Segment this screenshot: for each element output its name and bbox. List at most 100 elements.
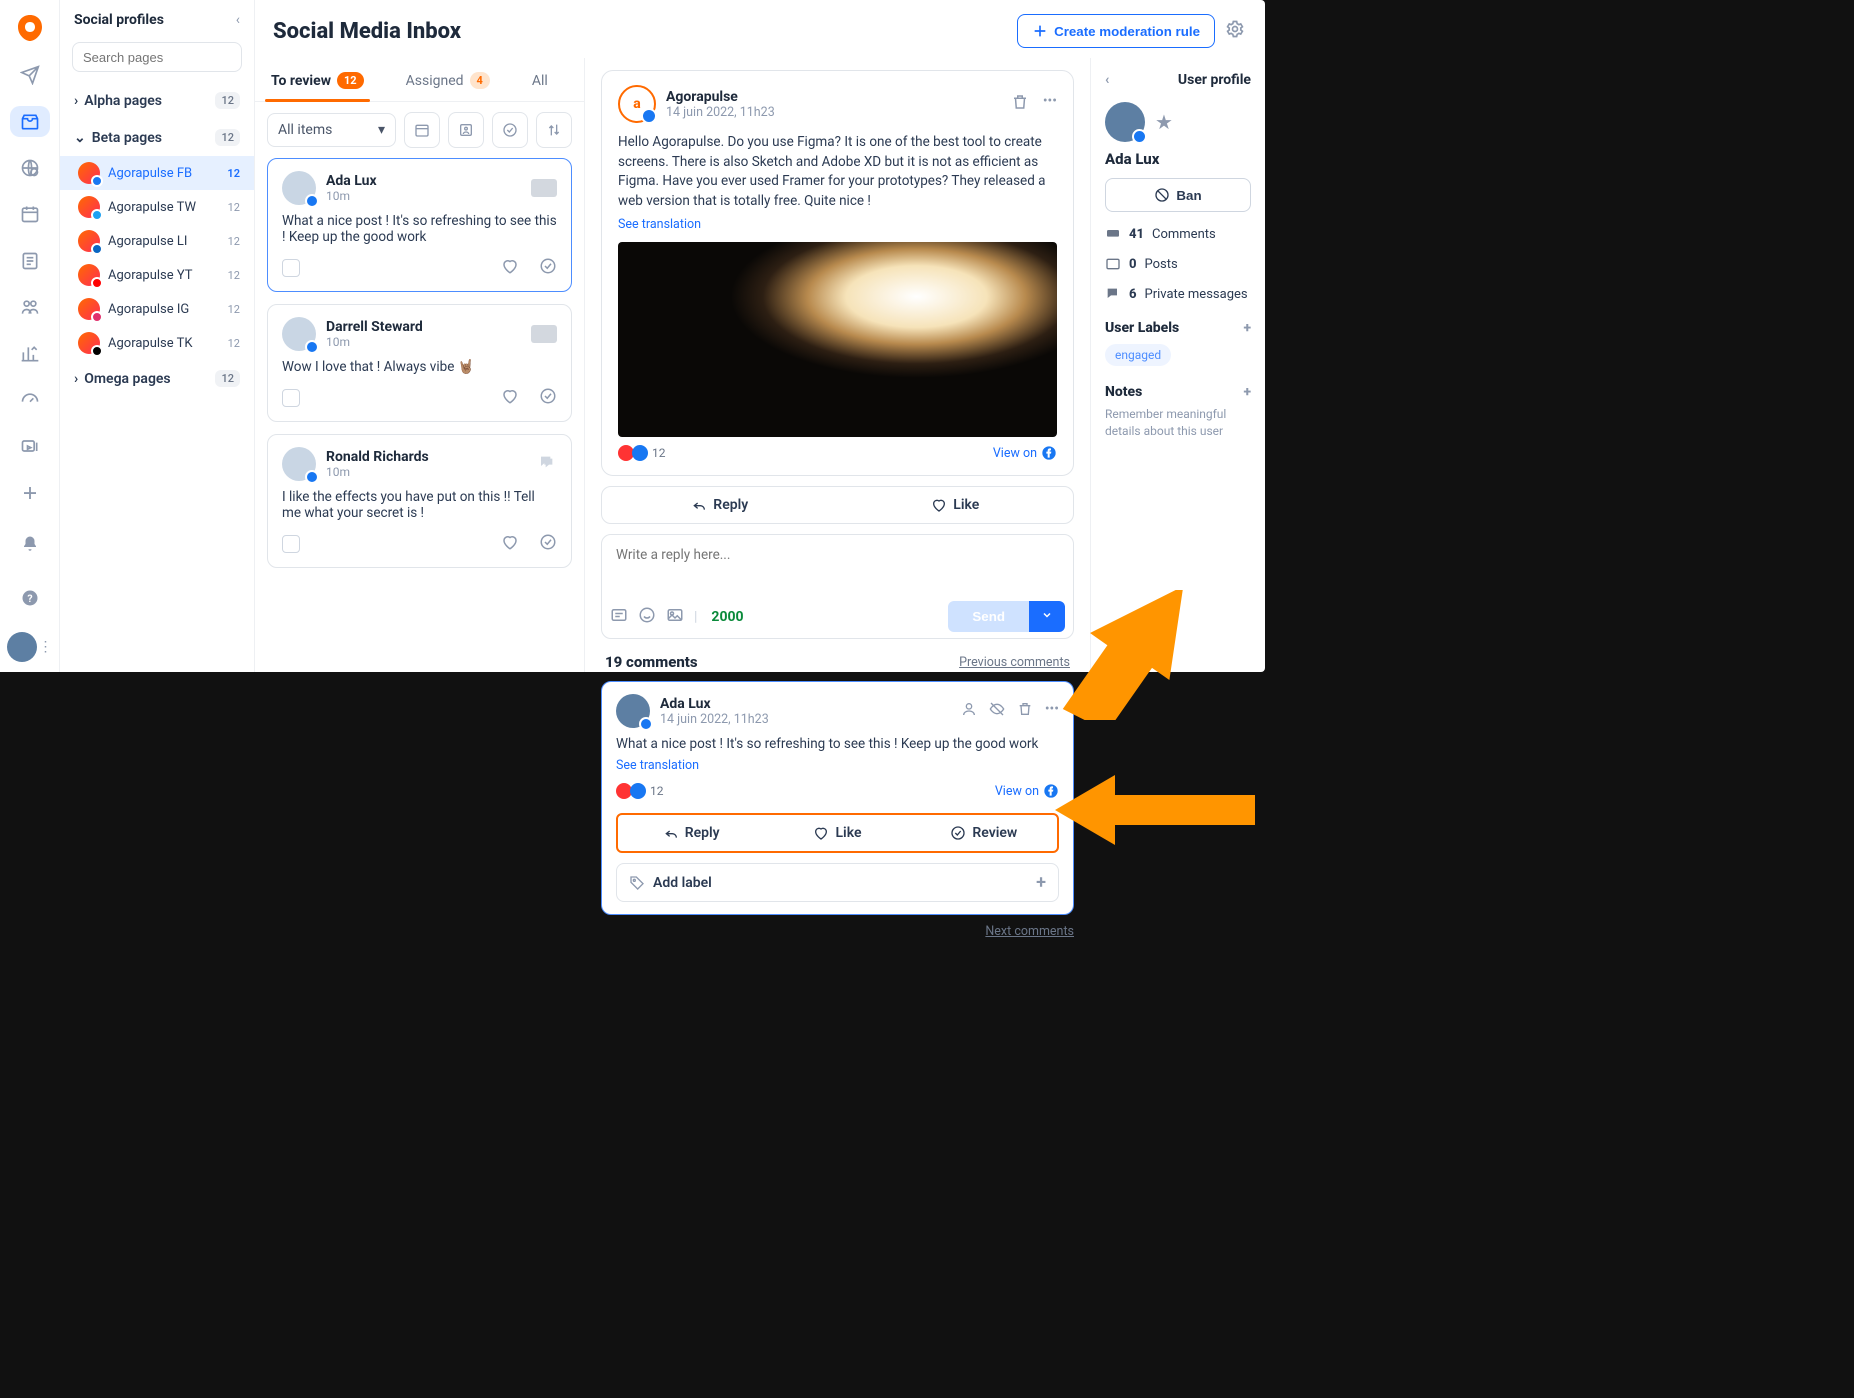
tab-to-review[interactable]: To review12	[265, 62, 370, 101]
sidebar-group[interactable]: ⌄Beta pages12	[60, 119, 254, 156]
nav-dashboard-icon[interactable]	[10, 385, 50, 415]
next-comments-link[interactable]: Next comments	[985, 924, 1074, 939]
saved-reply-icon[interactable]	[610, 606, 628, 628]
label-chip[interactable]: engaged	[1105, 344, 1171, 366]
heart-icon[interactable]	[501, 387, 519, 409]
assign-filter-icon[interactable]	[448, 112, 484, 148]
more-icon[interactable]: •••	[1043, 93, 1057, 115]
plus-icon	[1032, 23, 1048, 39]
sort-icon[interactable]	[536, 112, 572, 148]
review-icon[interactable]	[539, 257, 557, 279]
profile-name: Ada Lux	[1105, 150, 1251, 168]
more-icon[interactable]: •••	[1045, 701, 1059, 721]
sidebar-page[interactable]: Agorapulse LI12	[60, 224, 254, 258]
previous-comments-link[interactable]: Previous comments	[959, 655, 1070, 670]
hide-icon[interactable]	[989, 701, 1005, 721]
delete-icon[interactable]	[1017, 701, 1033, 721]
annotation-arrow	[1055, 760, 1255, 860]
view-on-link[interactable]: View on	[993, 445, 1057, 461]
settings-icon[interactable]	[1225, 19, 1245, 43]
emoji-icon[interactable]	[638, 606, 656, 628]
review-filter-icon[interactable]	[492, 112, 528, 148]
page-count: 12	[228, 269, 240, 282]
item-time: 10m	[326, 465, 429, 479]
nav-add-icon[interactable]	[10, 478, 50, 508]
react-count: 12	[650, 784, 664, 798]
review-button[interactable]: Review	[911, 815, 1057, 851]
create-rule-button[interactable]: Create moderation rule	[1017, 14, 1215, 48]
see-translation-link[interactable]: See translation	[618, 217, 701, 232]
comment-text: What a nice post ! It's so refreshing to…	[616, 736, 1059, 752]
attach-image-icon[interactable]	[666, 606, 684, 628]
like-button[interactable]: Like	[764, 815, 910, 851]
sidebar-page[interactable]: Agorapulse YT12	[60, 258, 254, 292]
date-filter-icon[interactable]	[404, 112, 440, 148]
ban-button[interactable]: Ban	[1105, 178, 1251, 212]
add-label-button[interactable]: Add label +	[616, 863, 1059, 902]
review-icon[interactable]	[539, 533, 557, 555]
comments-count: 19 comments	[605, 653, 698, 671]
notes-hint: Remember meaningful details about this u…	[1105, 406, 1251, 440]
nav-reports-icon[interactable]	[10, 338, 50, 368]
star-icon[interactable]: ★	[1155, 110, 1173, 134]
nav-user-avatar[interactable]	[7, 632, 37, 662]
search-field[interactable]	[83, 50, 259, 65]
see-translation-link[interactable]: See translation	[616, 758, 699, 773]
back-icon[interactable]: ‹	[1105, 72, 1109, 88]
page-label: Agorapulse LI	[108, 234, 187, 249]
nav-publish-icon[interactable]	[10, 60, 50, 90]
add-label-icon[interactable]: +	[1243, 320, 1251, 336]
send-options-button[interactable]	[1029, 601, 1065, 632]
item-checkbox[interactable]	[282, 389, 300, 407]
sidebar-page[interactable]: Agorapulse TW12	[60, 190, 254, 224]
page-label: Agorapulse FB	[108, 166, 192, 181]
sidebar-collapse-icon[interactable]: ‹	[236, 12, 240, 28]
nav-calendar-icon[interactable]	[10, 199, 50, 229]
item-checkbox[interactable]	[282, 259, 300, 277]
send-button[interactable]: Send	[948, 601, 1029, 632]
post-author-avatar: a	[618, 85, 656, 123]
nav-help-icon[interactable]: ?	[10, 578, 50, 618]
sidebar-page[interactable]: Agorapulse TK12	[60, 326, 254, 360]
nav-inbox-icon[interactable]	[10, 106, 50, 136]
profile-avatar	[1105, 102, 1145, 142]
page-avatar	[78, 230, 100, 252]
tab-all[interactable]: All	[526, 62, 554, 101]
item-checkbox[interactable]	[282, 535, 300, 553]
heart-icon[interactable]	[501, 533, 519, 555]
reply-textarea[interactable]	[602, 535, 1073, 591]
assign-icon[interactable]	[961, 701, 977, 721]
add-note-icon[interactable]: +	[1243, 384, 1251, 400]
sidebar-page[interactable]: Agorapulse FB12	[60, 156, 254, 190]
heart-icon[interactable]	[501, 257, 519, 279]
review-icon[interactable]	[539, 387, 557, 409]
reply-button[interactable]: Reply	[618, 815, 764, 851]
item-author: Darrell Steward	[326, 319, 423, 335]
react-like-icon	[630, 783, 646, 799]
filter-select[interactable]: All items▾	[267, 113, 396, 147]
nav-notes-icon[interactable]	[10, 246, 50, 276]
nav-notifications-icon[interactable]	[10, 524, 50, 564]
group-count: 12	[215, 370, 240, 387]
chevron-down-icon	[1041, 609, 1053, 621]
view-on-link[interactable]: View on	[995, 783, 1059, 799]
reply-button[interactable]: Reply	[602, 487, 838, 523]
tab-assigned[interactable]: Assigned4	[400, 62, 496, 101]
post-actions: Reply Like	[601, 486, 1074, 524]
comment-author: Ada Lux	[660, 696, 769, 712]
nav-listening-icon[interactable]	[10, 153, 50, 183]
message-icon	[537, 454, 557, 474]
sidebar-group[interactable]: ›Alpha pages12	[60, 82, 254, 119]
inbox-item[interactable]: Ronald Richards10m I like the effects yo…	[267, 434, 572, 568]
inbox-item[interactable]: Ada Lux10m What a nice post ! It's so re…	[267, 158, 572, 292]
like-button[interactable]: Like	[838, 487, 1074, 523]
inbox-item[interactable]: Darrell Steward10m Wow I love that ! Alw…	[267, 304, 572, 422]
nav-library-icon[interactable]	[10, 431, 50, 461]
nav-fans-icon[interactable]	[10, 292, 50, 322]
sidebar-page[interactable]: Agorapulse IG12	[60, 292, 254, 326]
item-author: Ada Lux	[326, 173, 377, 189]
group-count: 12	[215, 129, 240, 146]
search-input[interactable]	[72, 42, 242, 72]
sidebar-group[interactable]: ›Omega pages12	[60, 360, 254, 397]
delete-icon[interactable]	[1011, 93, 1029, 115]
